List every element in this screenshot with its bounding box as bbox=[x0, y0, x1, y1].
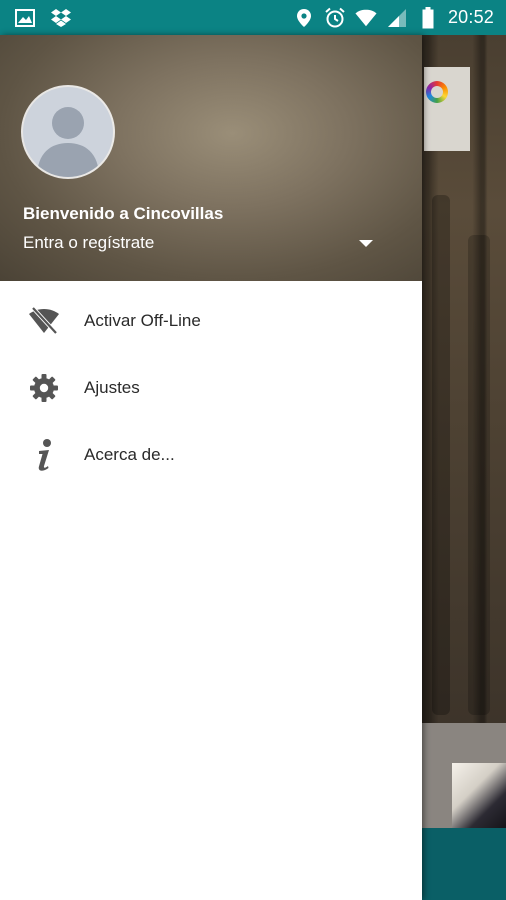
login-link[interactable]: Entra o regístrate bbox=[23, 233, 154, 253]
alarm-icon bbox=[324, 7, 346, 29]
signal-icon bbox=[386, 7, 408, 29]
menu-label: Acerca de... bbox=[84, 444, 175, 464]
background-content bbox=[422, 35, 506, 900]
dropbox-icon bbox=[50, 7, 72, 29]
person-icon bbox=[37, 107, 99, 177]
thumbnail-card[interactable] bbox=[422, 723, 506, 828]
clock: 20:52 bbox=[447, 7, 494, 27]
menu-item-about[interactable]: Acerca de... bbox=[0, 421, 422, 488]
chevron-down-icon[interactable] bbox=[356, 235, 376, 251]
menu-item-offline[interactable]: Activar Off-Line bbox=[0, 287, 422, 354]
gear-icon bbox=[28, 372, 60, 404]
drawer-menu: Activar Off-Line Ajustes Acerca de... bbox=[0, 287, 422, 488]
gallery-icon bbox=[14, 7, 36, 29]
location-icon bbox=[293, 7, 315, 29]
avatar[interactable] bbox=[23, 87, 113, 177]
wifi-off-icon bbox=[28, 305, 60, 337]
battery-icon bbox=[417, 6, 439, 29]
menu-label: Ajustes bbox=[84, 377, 140, 397]
drawer-header: Bienvenido a Cincovillas Entra o regístr… bbox=[0, 35, 422, 281]
welcome-text: Bienvenido a Cincovillas bbox=[23, 204, 224, 223]
wifi-icon bbox=[355, 7, 377, 29]
cincovillas-sign bbox=[424, 67, 470, 151]
navigation-drawer: Bienvenido a Cincovillas Entra o regístr… bbox=[0, 35, 422, 900]
footer-bar bbox=[422, 828, 506, 900]
info-icon bbox=[28, 438, 60, 471]
menu-item-settings[interactable]: Ajustes bbox=[0, 354, 422, 421]
header-photo bbox=[422, 35, 506, 723]
menu-label: Activar Off-Line bbox=[84, 310, 201, 330]
status-bar: 20:52 bbox=[0, 0, 506, 35]
